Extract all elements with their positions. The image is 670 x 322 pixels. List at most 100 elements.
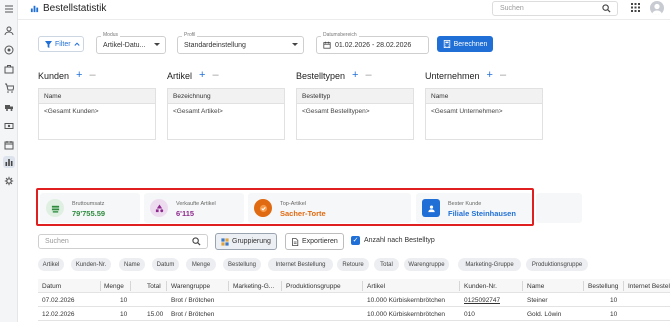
column-divider[interactable] [522,281,523,291]
avatar[interactable] [650,1,664,15]
column-divider[interactable] [130,281,131,291]
berechnen-button[interactable]: Berechnen [437,36,493,52]
column-divider[interactable] [583,281,584,291]
kpi-extra-card [536,193,582,223]
profil-select[interactable]: Profil Standardeinstellung [177,32,304,54]
remove-bestelltypen-button[interactable]: – [365,70,371,81]
column-header[interactable]: Warengruppe [171,283,210,290]
column-header[interactable]: Datum [42,283,61,290]
briefcase-icon[interactable] [3,63,15,75]
column-header[interactable]: Bestellung [588,283,618,290]
cart-icon[interactable] [3,82,15,94]
date-range-field[interactable]: Datumsbereich 01.02.2026 - 28.02.2026 [316,32,429,54]
kpi-value: 79'755.59 [72,209,106,218]
kpi-value: Filiale Steinhausen [448,209,516,218]
statistics-table: Datum Menge Total Warengruppe Marketing-… [38,279,670,321]
calendar-icon [323,41,331,51]
column-header[interactable]: Kunden-Nr. [464,283,497,290]
column-chip[interactable]: Datum [152,258,179,271]
filter-button[interactable]: Filter [38,36,84,52]
column-chip[interactable]: Kunden-Nr. [71,258,111,271]
global-search-placeholder: Suchen [500,5,524,12]
target-icon[interactable] [3,44,15,56]
id-card-icon [422,199,440,217]
menu-icon[interactable] [3,3,15,15]
date-range-value: 01.02.2026 - 28.02.2026 [335,42,412,49]
column-header[interactable]: Name [527,283,544,290]
add-kunden-button[interactable]: + [76,70,82,81]
kunden-list-header: Name [39,89,155,104]
section-unternehmen-title: Unternehmen [425,70,480,81]
add-unternehmen-button[interactable]: + [487,70,493,81]
column-divider[interactable] [228,281,229,291]
table-row[interactable]: 07.02.2026 10 Brot / Brötchen 10.000 Kür… [38,293,670,307]
column-divider[interactable] [362,281,363,291]
column-header[interactable]: Artikel [367,283,385,290]
remove-kunden-button[interactable]: – [89,70,95,81]
column-chip[interactable]: Produktionsgruppe [526,258,588,271]
gruppierung-button[interactable]: Gruppierung [215,233,277,250]
add-artikel-button[interactable]: + [199,70,205,81]
column-divider[interactable] [459,281,460,291]
filter-icon [45,40,52,48]
column-chip[interactable]: Retoure [337,258,369,271]
money-icon[interactable] [3,120,15,132]
kpi-bruttoumsatz: Bruttoumsatz 79'755.59 [40,193,140,223]
calendar-icon[interactable] [3,139,15,151]
column-header[interactable]: Total [147,283,161,290]
column-chip[interactable]: Total [374,258,399,271]
column-divider[interactable] [281,281,282,291]
gear-icon[interactable] [3,175,15,187]
column-chip[interactable]: Warengruppe [404,258,449,271]
column-divider[interactable] [623,281,624,291]
table-search-input[interactable]: Suchen [38,234,208,249]
anzahl-checkbox-label: Anzahl nach Bestelltyp [364,237,435,244]
gruppierung-label: Gruppierung [232,238,271,245]
cell-datum: 07.02.2026 [42,297,75,304]
remove-unternehmen-button[interactable]: – [500,70,506,81]
column-header[interactable]: Marketing-G... [233,283,280,290]
add-bestelltypen-button[interactable]: + [352,70,358,81]
kpi-strip: Bruttoumsatz 79'755.59 Verkaufte Artikel… [38,190,582,226]
anzahl-checkbox[interactable]: ✓ [351,236,360,245]
calculator-icon [443,40,450,48]
column-chip[interactable]: Artikel [38,258,64,271]
kpi-verkaufte-artikel: Verkaufte Artikel 6'115 [144,193,244,223]
column-chip[interactable]: Name [119,258,145,271]
cell-kunden-nr-link[interactable]: 0125092747 [464,297,500,304]
column-chip[interactable]: Menge [186,258,216,271]
column-chip[interactable]: Marketing-Gruppe [458,258,521,271]
column-header[interactable]: Menge [104,283,124,290]
kpi-label: Bester Kunde [448,201,482,207]
app-header: Bestellstatistik Suchen [18,0,670,20]
users-icon[interactable] [3,25,15,37]
kunden-list-item[interactable]: <Gesamt Kunden> [39,104,155,119]
chart-icon[interactable] [3,156,15,168]
column-chip[interactable]: Internet Bestellung [268,258,333,271]
cell-menge: 10 [120,311,128,318]
exportieren-button[interactable]: Exportieren [285,233,344,250]
artikel-list: Bezeichnung <Gesamt Artikel> [167,88,285,140]
section-kunden-header: Kunden + – [38,70,96,81]
column-header[interactable]: Internet Bestell [628,283,670,290]
column-divider[interactable] [100,281,101,291]
truck-icon[interactable] [3,101,15,113]
cell-total: 15.00 [147,311,164,318]
cell-kunden-nr: 010 [464,311,475,318]
modus-select[interactable]: Modus Artikel-Datu... [96,32,166,54]
column-divider[interactable] [166,281,167,291]
unternehmen-list-item[interactable]: <Gesamt Unternehmen> [426,104,542,119]
apps-grid-icon[interactable] [631,3,640,14]
column-header[interactable]: Produktionsgruppe [286,283,341,290]
artikel-list-item[interactable]: <Gesamt Artikel> [168,104,284,119]
section-bestelltypen-title: Bestelltypen [296,70,346,81]
kpi-label: Top-Artikel [280,201,306,207]
column-chip[interactable]: Bestellung [223,258,261,271]
bestelltypen-list-item[interactable]: <Gesamt Bestelltypen> [297,104,413,119]
cell-name: Gold. Löwin [527,311,562,318]
table-row[interactable]: 12.02.2026 10 15.00 Brot / Brötchen 10.0… [38,307,670,321]
kpi-value: 6'115 [176,209,195,218]
kpi-top-artikel: Top-Artikel Sacher-Torte [248,193,411,223]
global-search-input[interactable]: Suchen [492,1,618,16]
remove-artikel-button[interactable]: – [212,70,218,81]
